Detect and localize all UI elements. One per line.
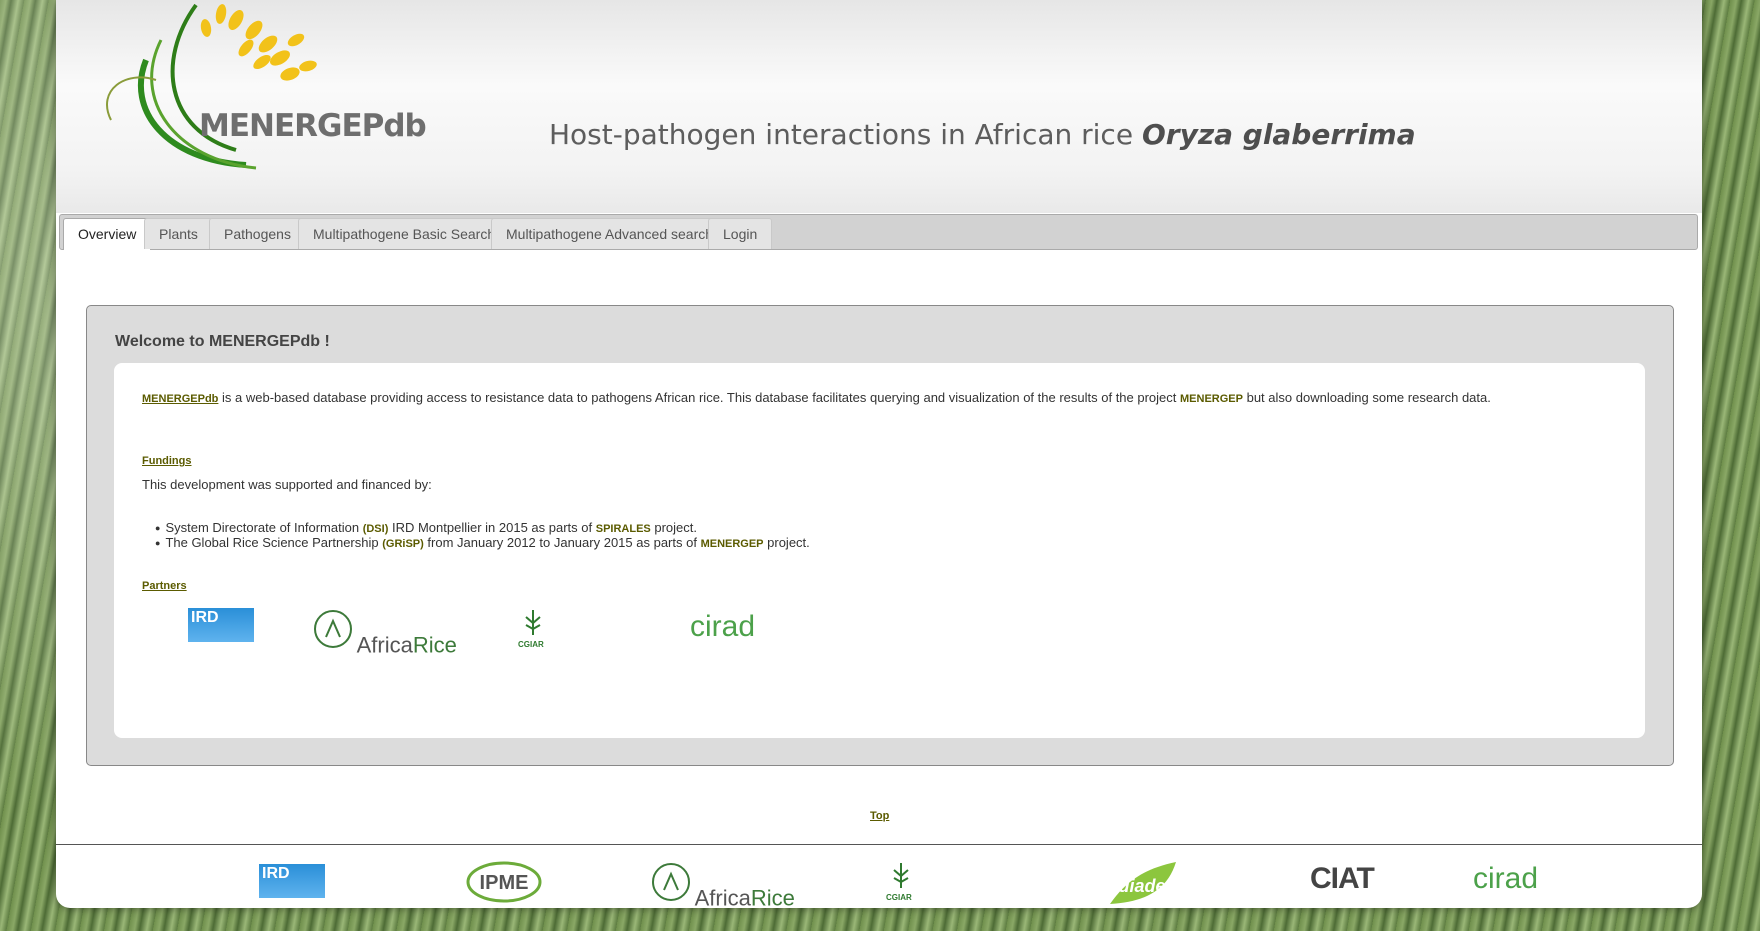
funding-abbr: (DSI) — [362, 523, 389, 535]
funding-project: MENERGEP — [700, 538, 764, 550]
intro-text-2: but also downloading some research data. — [1242, 390, 1491, 405]
footer-logo-cirad[interactable]: cirad — [1473, 862, 1538, 896]
funding-text: project. — [650, 520, 698, 535]
cgiar-label: CGIAR — [518, 640, 544, 649]
partner-logo-grisp[interactable]: CGIAR — [518, 607, 548, 649]
fundings-text: This development was supported and finan… — [142, 477, 432, 492]
cirad-wordmark: cirad — [1473, 862, 1539, 895]
site-header: MENERGEPdb Host-pathogen interactions in… — [56, 0, 1702, 213]
tab-overview[interactable]: Overview — [63, 218, 152, 250]
logo-wordmark: MENERGEPdb — [199, 108, 427, 144]
main-tabs: Overview Plants Pathogens Multipathogene… — [59, 214, 1698, 250]
funding-text: System Directorate of Information — [165, 520, 363, 535]
africarice-wordmark: AfricaRice — [356, 632, 457, 658]
funding-project: SPIRALES — [595, 523, 651, 535]
overview-content: MENERGEPdb is a web-based database provi… — [114, 363, 1645, 738]
tab-pathogens[interactable]: Pathogens — [209, 218, 306, 249]
back-to-top-link[interactable]: Top — [870, 810, 889, 822]
partner-logo-ird[interactable]: IRD — [188, 608, 254, 642]
ipme-logo-icon: IPME — [466, 861, 542, 903]
footer-logo-ciat[interactable]: CIAT — [1310, 862, 1375, 896]
africarice-wordmark: AfricaRice — [694, 885, 795, 908]
menergep-project-label: MENERGEP — [1180, 393, 1243, 405]
tab-plants[interactable]: Plants — [144, 218, 213, 249]
fundings-list: System Directorate of Information (DSI) … — [155, 520, 810, 550]
cgiar-wheat-icon — [893, 863, 909, 888]
funding-text: project. — [763, 535, 810, 550]
svg-text:IPME: IPME — [480, 872, 529, 894]
partner-logo-cirad[interactable]: cirad — [690, 610, 755, 644]
ird-logo-mark: IRD — [188, 608, 254, 642]
ciat-wordmark: CIAT — [1310, 862, 1375, 895]
tab-login[interactable]: Login — [708, 218, 773, 249]
footer-logo-grisp[interactable]: CGIAR — [886, 860, 916, 902]
tab-basic-search[interactable]: Multipathogene Basic Search — [298, 218, 511, 249]
page-title: Welcome to MENERGEPdb ! — [115, 333, 330, 350]
site-tagline: Host-pathogen interactions in African ri… — [549, 118, 1416, 151]
tagline-text: Host-pathogen interactions in African ri… — [549, 118, 1134, 151]
overview-panel: Welcome to MENERGEPdb ! MENERGEPdb is a … — [86, 305, 1674, 766]
intro-paragraph: MENERGEPdb is a web-based database provi… — [142, 390, 1491, 405]
list-item: System Directorate of Information (DSI) … — [155, 520, 810, 535]
tab-advanced-search[interactable]: Multipathogene Advanced search — [491, 218, 729, 249]
funding-text: IRD Montpellier in 2015 as parts of — [388, 520, 596, 535]
footer-logo-ird[interactable]: IRD — [259, 864, 325, 898]
svg-text:diade: diade — [1118, 876, 1165, 896]
ird-logo-mark: IRD — [259, 864, 325, 898]
cirad-wordmark: cirad — [690, 610, 756, 643]
list-item: The Global Rice Science Partnership (GRi… — [155, 535, 810, 550]
partners-heading[interactable]: Partners — [142, 580, 187, 592]
tagline-species: Oryza glaberrima — [1141, 118, 1416, 151]
menergepdb-link[interactable]: MENERGEPdb — [142, 393, 218, 405]
footer-logo-africarice[interactable]: AfricaRice — [651, 862, 795, 908]
intro-text-1: is a web-based database providing access… — [218, 390, 1181, 405]
cgiar-wheat-icon — [525, 610, 541, 635]
funding-abbr: (GRiSP) — [382, 538, 424, 550]
footer-logo-ipme[interactable]: IPME — [466, 861, 542, 906]
partner-logo-africarice[interactable]: AfricaRice — [313, 609, 457, 659]
africarice-emblem-icon — [314, 610, 352, 648]
funding-text: from January 2012 to January 2015 as par… — [423, 535, 701, 550]
diade-logo-icon: diade — [1110, 862, 1176, 904]
funding-text: The Global Rice Science Partnership — [165, 535, 383, 550]
fundings-heading[interactable]: Fundings — [142, 455, 192, 467]
africarice-emblem-icon — [652, 863, 690, 901]
footer-divider — [56, 844, 1702, 845]
cgiar-label: CGIAR — [886, 893, 912, 902]
menergepdb-logo[interactable] — [86, 0, 406, 175]
page-container: MENERGEPdb Host-pathogen interactions in… — [56, 0, 1702, 908]
footer-logo-diade[interactable]: diade — [1108, 858, 1178, 908]
